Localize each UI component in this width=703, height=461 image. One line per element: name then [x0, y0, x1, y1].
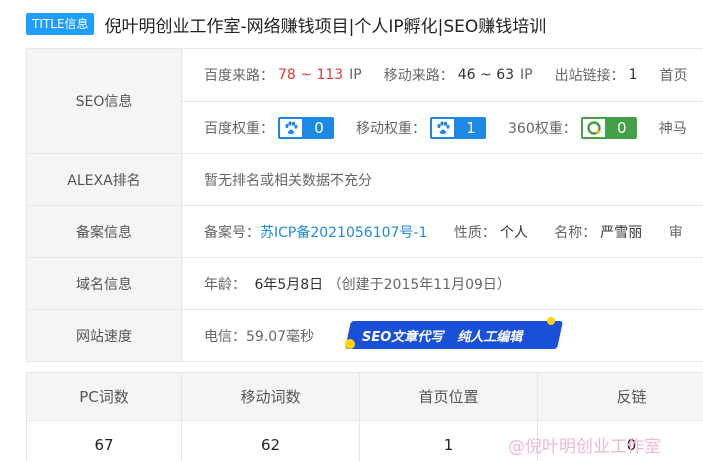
- icp-nature: 个人: [499, 224, 528, 241]
- alexa-row: ALEXA排名 暂无排名或相关数据不充分: [26, 153, 703, 206]
- icp-audit-label: 审: [668, 224, 683, 241]
- pc-words-header: PC词数: [26, 372, 182, 421]
- home-position-header: 首页位置: [359, 372, 538, 421]
- 360-logo-icon: [580, 116, 607, 139]
- seo-writing-promo-banner[interactable]: SEO文章代写 纯人工编辑: [345, 321, 563, 349]
- alexa-value: 暂无排名或相关数据不充分: [181, 153, 703, 206]
- shenma-label: 神马: [658, 120, 687, 137]
- domain-age: 6年5月8日: [254, 276, 324, 293]
- mobile-traffic: 移动来路： 46 ~ 63 IP: [383, 67, 533, 84]
- baidu-traffic: 百度来路： 78 ~ 113 IP: [204, 67, 362, 84]
- domain-label: 域名信息: [26, 257, 182, 310]
- mobile-traffic-value: 46 ~ 63: [457, 67, 515, 83]
- backlinks-header: 反链: [537, 372, 703, 421]
- baidu-paw-icon: [278, 116, 304, 139]
- baidu-traffic-value: 78 ~ 113: [278, 67, 344, 83]
- title-row: TITLE信息 倪叶明创业工作室-网络赚钱项目|个人IP孵化|SEO赚钱培训: [26, 10, 546, 38]
- baidu-weight-value: 0: [304, 116, 334, 139]
- alexa-label: ALEXA排名: [26, 153, 182, 206]
- home-label: 首页: [659, 68, 688, 84]
- outlinks-value: 1: [628, 67, 638, 83]
- promo-dot-decoration: [547, 317, 555, 325]
- keyword-header-row: PC词数 移动词数 首页位置 反链: [26, 372, 703, 421]
- seo-label: SEO信息: [26, 48, 182, 154]
- mobile-words-value: 62: [181, 420, 360, 461]
- pc-words-value: 67: [26, 420, 182, 461]
- icp-number-link[interactable]: 苏ICP备2021056107号-1: [260, 222, 427, 242]
- promo-right-text: 纯人工编辑: [457, 330, 523, 345]
- watermark: @倪叶明创业工作室: [508, 437, 661, 457]
- w360-weight[interactable]: 360权重： 0: [508, 116, 637, 139]
- icp-row: 备案信息 备案号： 苏ICP备2021056107号-1 性质： 个人 名称： …: [26, 205, 703, 258]
- speed-label: 网站速度: [26, 309, 182, 362]
- page-title: 倪叶明创业工作室-网络赚钱项目|个人IP孵化|SEO赚钱培训: [104, 16, 547, 37]
- w360-weight-value: 0: [606, 116, 637, 139]
- site-info-table: SEO信息 百度来路： 78 ~ 113 IP 移动来路： 46 ~ 63 IP…: [26, 48, 703, 362]
- seo-traffic-row: 百度来路： 78 ~ 113 IP 移动来路： 46 ~ 63 IP 出站链接：…: [182, 49, 703, 101]
- promo-left-text: SEO文章代写: [362, 330, 444, 345]
- mobile-words-header: 移动词数: [181, 372, 360, 421]
- domain-row: 域名信息 年龄： 6年5月8日 （创建于2015年11月09日）: [26, 257, 703, 310]
- icp-name: 严雪丽: [600, 224, 643, 241]
- outlinks: 出站链接： 1: [554, 67, 638, 84]
- mobile-weight[interactable]: 移动权重： 1: [356, 116, 486, 139]
- title-badge: TITLE信息: [26, 13, 95, 35]
- promo-dot-decoration: [345, 339, 355, 349]
- baidu-paw-icon: [430, 116, 456, 139]
- baidu-weight[interactable]: 百度权重： 0: [204, 116, 334, 139]
- seo-weight-row: 百度权重： 0 移动权重： 1 360权重： 0 神马: [182, 101, 703, 153]
- mobile-weight-value: 1: [456, 116, 486, 139]
- icp-label: 备案信息: [26, 205, 182, 258]
- domain-created: （创建于2015年11月09日）: [327, 276, 511, 293]
- seo-row: SEO信息 百度来路： 78 ~ 113 IP 移动来路： 46 ~ 63 IP…: [26, 48, 703, 154]
